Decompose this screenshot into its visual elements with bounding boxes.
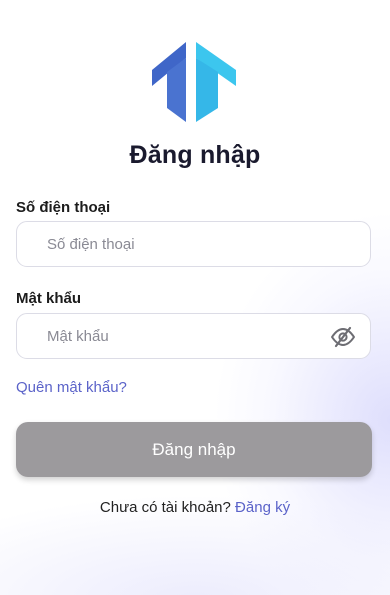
phone-field[interactable] xyxy=(16,221,371,267)
password-field[interactable] xyxy=(16,313,371,359)
house-t-logo-icon xyxy=(152,40,236,122)
signup-link[interactable]: Đăng ký xyxy=(235,499,290,516)
signup-row: Chưa có tài khoản? Đăng ký xyxy=(0,499,390,516)
password-label: Mật khẩu xyxy=(16,290,82,307)
signup-prompt: Chưa có tài khoản? xyxy=(99,499,231,516)
login-button[interactable]: Đăng nhập xyxy=(16,422,372,477)
forgot-password-link[interactable]: Quên mật khẩu? xyxy=(16,379,127,396)
eye-slash-icon[interactable] xyxy=(330,326,356,348)
phone-label: Số điện thoại xyxy=(16,199,111,216)
phone-input[interactable] xyxy=(17,222,370,266)
page-title: Đăng nhập xyxy=(129,141,261,169)
password-input[interactable] xyxy=(17,314,370,358)
